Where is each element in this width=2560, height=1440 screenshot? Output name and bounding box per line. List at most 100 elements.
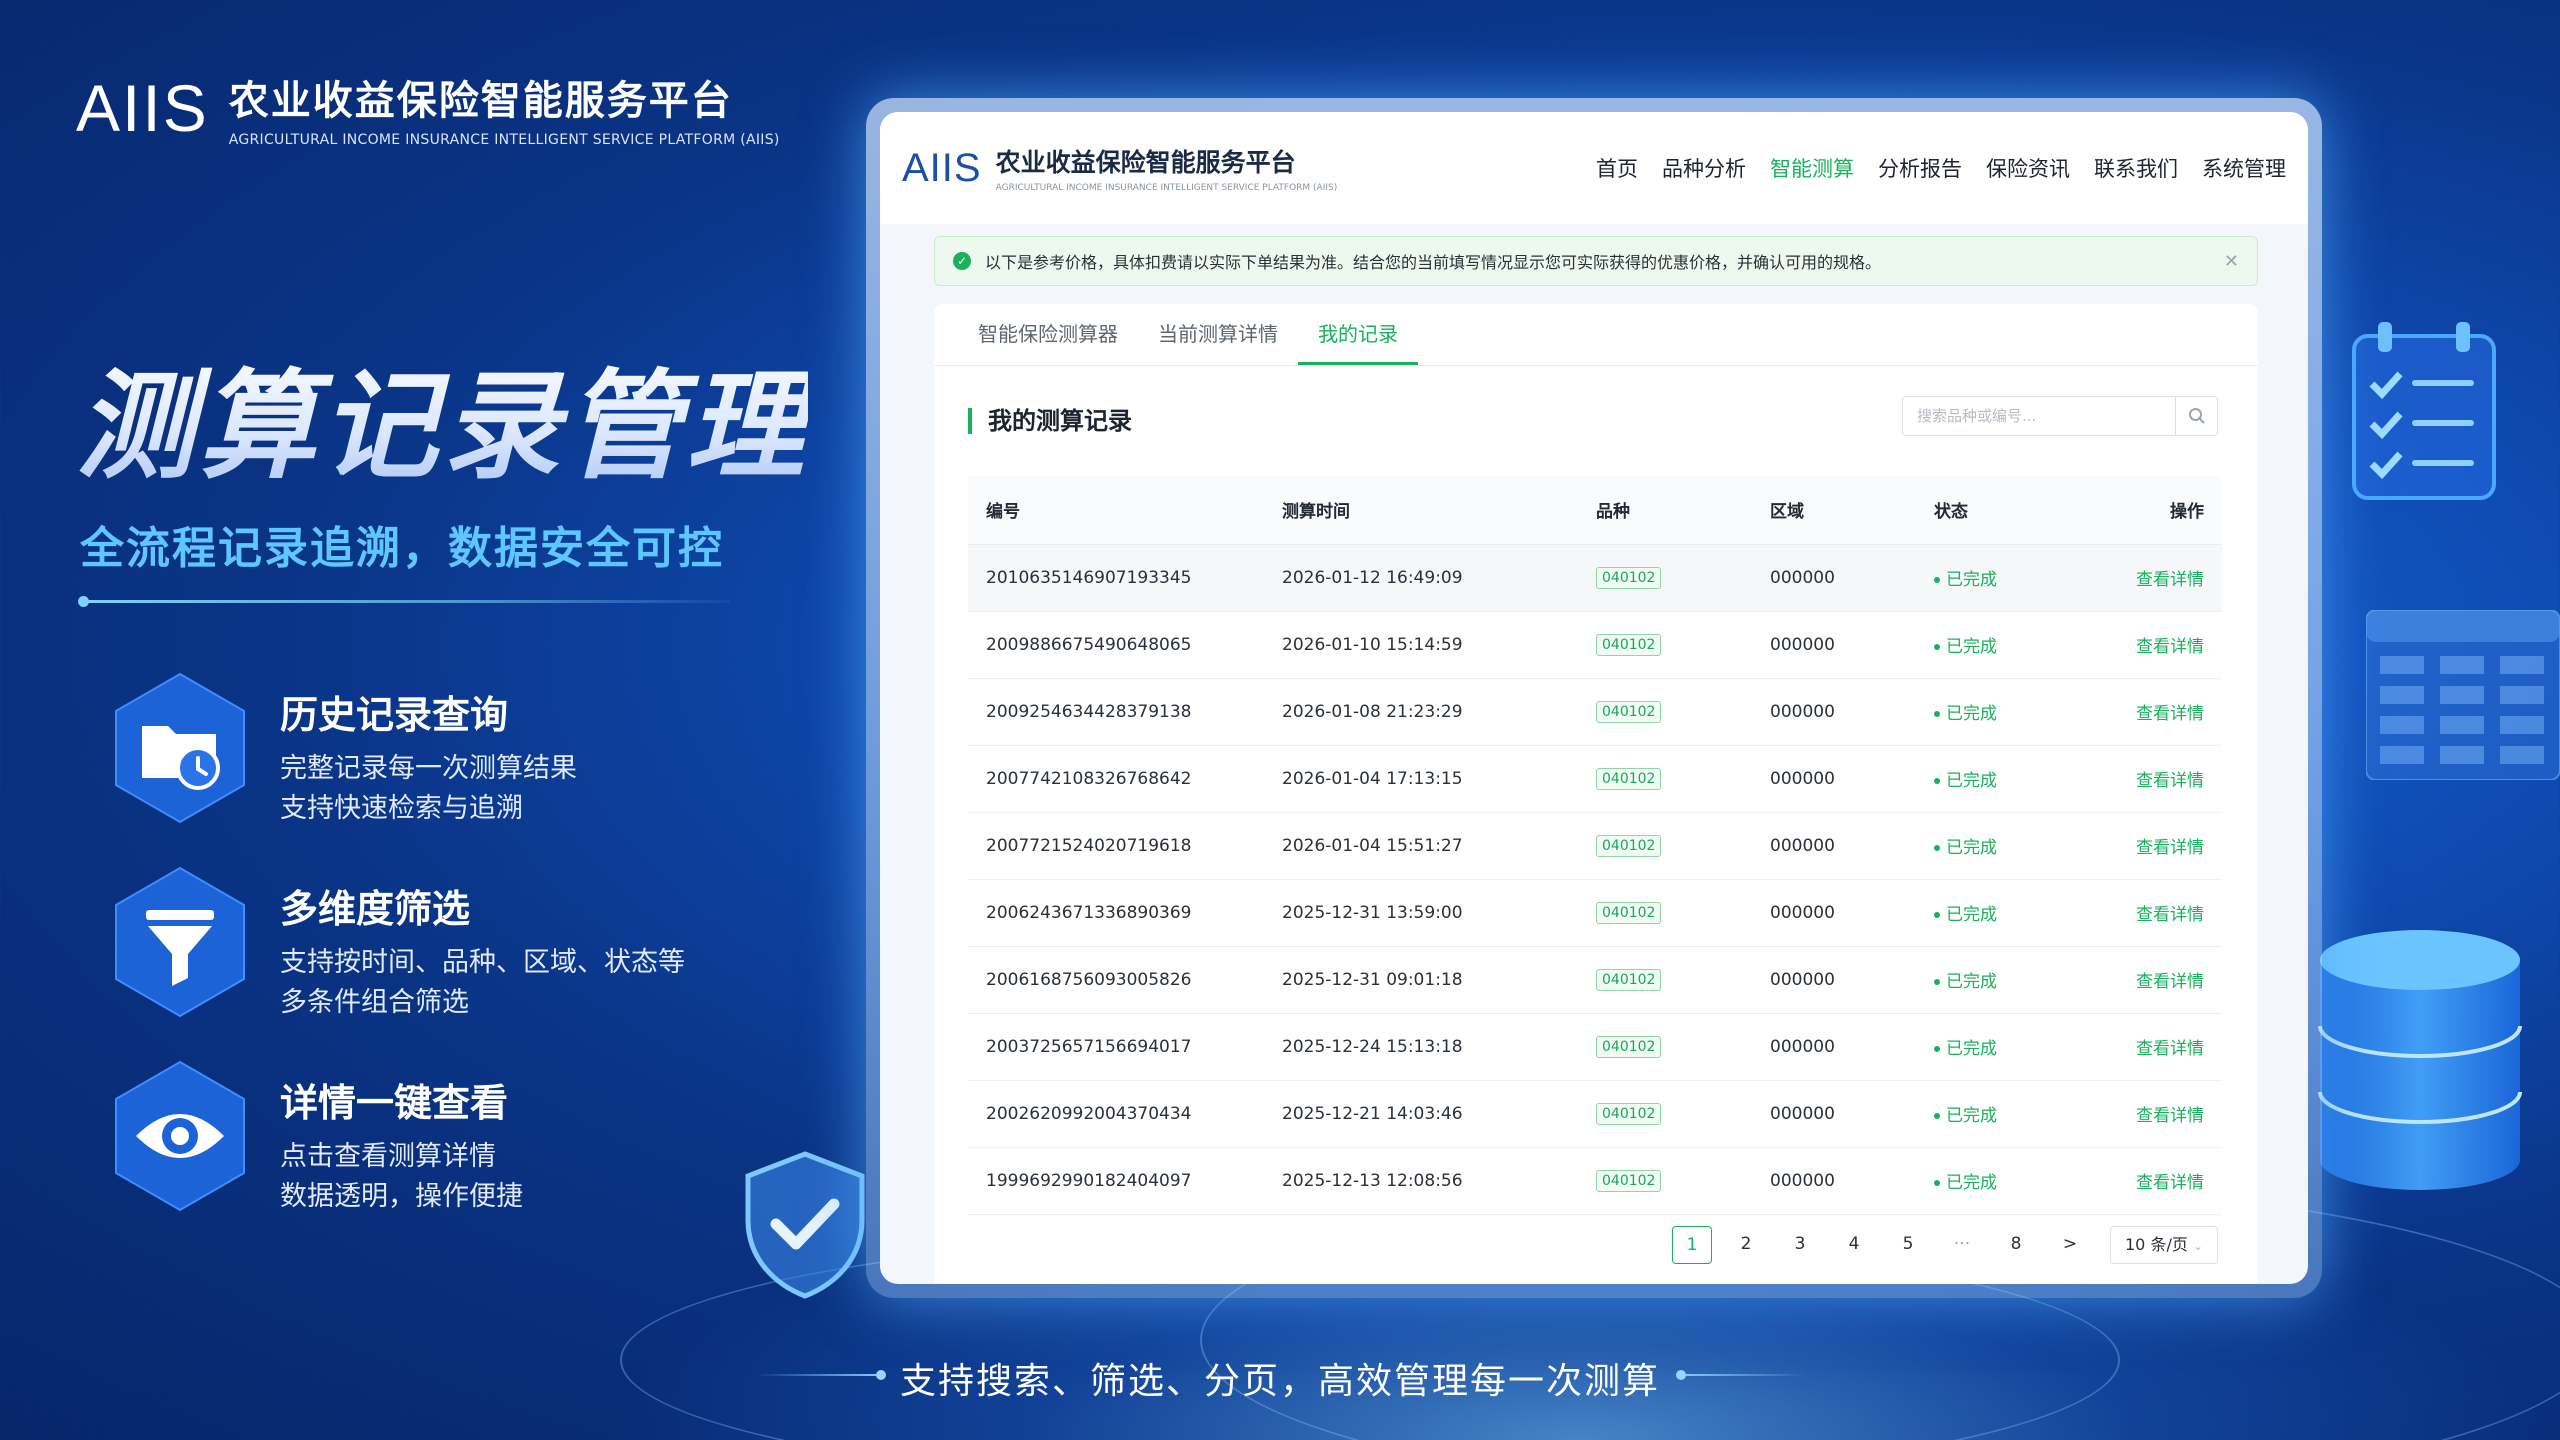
app-logo[interactable]: AIIS bbox=[902, 146, 982, 191]
variety-tag: 040102 bbox=[1596, 633, 1662, 656]
cell-action: 查看详情 bbox=[2080, 678, 2222, 746]
cell-variety: 040102 bbox=[1596, 678, 1770, 746]
page-button-4[interactable]: 4 bbox=[1834, 1226, 1874, 1264]
nav-item-variety-analysis[interactable]: 品种分析 bbox=[1662, 153, 1746, 183]
table-row[interactable]: 2003725657156694017 2025-12-24 15:13:18 … bbox=[968, 1013, 2222, 1081]
cell-region: 000000 bbox=[1770, 611, 1934, 679]
cell-id: 2010635146907193345 bbox=[968, 544, 1282, 612]
app-brand-text: 农业收益保险智能服务平台 AGRICULTURAL INCOME INSURAN… bbox=[996, 143, 1338, 193]
app-window: AIIS 农业收益保险智能服务平台 AGRICULTURAL INCOME IN… bbox=[866, 98, 2322, 1298]
tab-calculator[interactable]: 智能保险测算器 bbox=[958, 304, 1138, 365]
shield-check-icon bbox=[740, 1150, 870, 1304]
view-detail-link[interactable]: 查看详情 bbox=[2136, 570, 2204, 590]
spreadsheet-icon bbox=[2365, 609, 2560, 784]
cell-status: 已完成 bbox=[1934, 1013, 2080, 1081]
hero-divider-dot bbox=[78, 596, 89, 607]
cell-time: 2026-01-12 16:49:09 bbox=[1282, 544, 1596, 612]
page-button-3[interactable]: 3 bbox=[1780, 1226, 1820, 1264]
cell-id: 2006243671336890369 bbox=[968, 879, 1282, 947]
table-row[interactable]: 2009886675490648065 2026-01-10 15:14:59 … bbox=[968, 611, 2222, 679]
tab-my-records[interactable]: 我的记录 bbox=[1298, 304, 1418, 365]
chevron-down-icon: ⌄ bbox=[2192, 1239, 2203, 1253]
page-button-1[interactable]: 1 bbox=[1672, 1226, 1712, 1264]
brand-header: AIIS 农业收益保险智能服务平台 AGRICULTURAL INCOME IN… bbox=[76, 68, 780, 148]
cell-id: 2007721524020719618 bbox=[968, 812, 1282, 880]
col-header-action: 操作 bbox=[2080, 476, 2222, 545]
brand-title: 农业收益保险智能服务平台 bbox=[228, 78, 733, 124]
table-row[interactable]: 2002620992004370434 2025-12-21 14:03:46 … bbox=[968, 1080, 2222, 1148]
feature-desc-line: 支持按时间、品种、区域、状态等 bbox=[280, 947, 685, 978]
cell-variety: 040102 bbox=[1596, 745, 1770, 813]
cell-time: 2025-12-21 14:03:46 bbox=[1282, 1080, 1596, 1148]
page-button-2[interactable]: 2 bbox=[1726, 1226, 1766, 1264]
cell-time: 2025-12-31 09:01:18 bbox=[1282, 946, 1596, 1014]
cell-id: 2003725657156694017 bbox=[968, 1013, 1282, 1081]
table-row[interactable]: 2006168756093005826 2025-12-31 09:01:18 … bbox=[968, 946, 2222, 1014]
variety-tag: 040102 bbox=[1596, 901, 1662, 924]
table-header-row: 编号 测算时间 品种 区域 状态 操作 bbox=[968, 476, 2222, 545]
cell-action: 查看详情 bbox=[2080, 611, 2222, 679]
tab-current-detail[interactable]: 当前测算详情 bbox=[1138, 304, 1298, 365]
feature-detail: 详情一键查看 点击查看测算详情 数据透明，操作便捷 bbox=[100, 1056, 523, 1217]
status-dot bbox=[1934, 577, 1940, 583]
view-detail-link[interactable]: 查看详情 bbox=[2136, 972, 2204, 992]
nav-item-system-admin[interactable]: 系统管理 bbox=[2202, 153, 2286, 183]
section-header: 我的测算记录 bbox=[934, 396, 2258, 466]
page-button-8[interactable]: 8 bbox=[1996, 1226, 2036, 1264]
cell-action: 查看详情 bbox=[2080, 745, 2222, 813]
col-header-time: 测算时间 bbox=[1282, 476, 1596, 545]
table-row[interactable]: 2009254634428379138 2026-01-08 21:23:29 … bbox=[968, 678, 2222, 746]
table-row[interactable]: 2007742108326768642 2026-01-04 17:13:15 … bbox=[968, 745, 2222, 813]
view-detail-link[interactable]: 查看详情 bbox=[2136, 838, 2204, 858]
cell-variety: 040102 bbox=[1596, 812, 1770, 880]
view-detail-link[interactable]: 查看详情 bbox=[2136, 1106, 2204, 1126]
nav-item-insurance-news[interactable]: 保险资讯 bbox=[1986, 153, 2070, 183]
brand-logo: AIIS bbox=[76, 71, 209, 145]
status-text: 已完成 bbox=[1946, 771, 1997, 791]
pagination: 1 2 3 4 5 ··· 8 > 10 条/页 ⌄ bbox=[1658, 1226, 2218, 1264]
nav-item-analysis-report[interactable]: 分析报告 bbox=[1878, 153, 1962, 183]
page-size-select[interactable]: 10 条/页 ⌄ bbox=[2110, 1226, 2218, 1264]
caption-dot-right bbox=[1676, 1370, 1686, 1380]
nav-item-contact-us[interactable]: 联系我们 bbox=[2094, 153, 2178, 183]
next-page-button[interactable]: > bbox=[2050, 1226, 2090, 1264]
close-icon[interactable]: ✕ bbox=[2224, 251, 2239, 272]
variety-tag: 040102 bbox=[1596, 1035, 1662, 1058]
table-row[interactable]: 2006243671336890369 2025-12-31 13:59:00 … bbox=[968, 879, 2222, 947]
status-text: 已完成 bbox=[1946, 637, 1997, 657]
view-detail-link[interactable]: 查看详情 bbox=[2136, 771, 2204, 791]
cell-status: 已完成 bbox=[1934, 812, 2080, 880]
nav-item-smart-calc[interactable]: 智能测算 bbox=[1770, 153, 1854, 183]
table-row[interactable]: 2007721524020719618 2026-01-04 15:51:27 … bbox=[968, 812, 2222, 880]
cell-status: 已完成 bbox=[1934, 946, 2080, 1014]
page-button-5[interactable]: 5 bbox=[1888, 1226, 1928, 1264]
status-dot bbox=[1934, 1046, 1940, 1052]
bottom-caption: 支持搜索、筛选、分页，高效管理每一次测算 bbox=[899, 1361, 1660, 1402]
cell-status: 已完成 bbox=[1934, 745, 2080, 813]
view-detail-link[interactable]: 查看详情 bbox=[2136, 1039, 2204, 1059]
check-circle-icon: ✓ bbox=[953, 252, 971, 270]
table-row[interactable]: 2010635146907193345 2026-01-12 16:49:09 … bbox=[968, 544, 2222, 612]
cell-variety: 040102 bbox=[1596, 1147, 1770, 1215]
search-box bbox=[1902, 396, 2218, 436]
table-row[interactable]: 1999692990182404097 2025-12-13 12:08:56 … bbox=[968, 1147, 2222, 1215]
app-window-content: AIIS 农业收益保险智能服务平台 AGRICULTURAL INCOME IN… bbox=[880, 112, 2308, 1284]
page-ellipsis[interactable]: ··· bbox=[1942, 1226, 1982, 1264]
feature-desc: 支持按时间、品种、区域、状态等 多条件组合筛选 bbox=[280, 943, 685, 1023]
view-detail-link[interactable]: 查看详情 bbox=[2136, 637, 2204, 657]
view-detail-link[interactable]: 查看详情 bbox=[2136, 1173, 2204, 1193]
cell-status: 已完成 bbox=[1934, 678, 2080, 746]
cell-id: 2009254634428379138 bbox=[968, 678, 1282, 746]
cell-time: 2026-01-04 15:51:27 bbox=[1282, 812, 1596, 880]
cell-region: 000000 bbox=[1770, 812, 1934, 880]
cell-action: 查看详情 bbox=[2080, 946, 2222, 1014]
cell-region: 000000 bbox=[1770, 544, 1934, 612]
cell-region: 000000 bbox=[1770, 1013, 1934, 1081]
search-icon[interactable] bbox=[2175, 397, 2217, 435]
search-input[interactable] bbox=[1903, 397, 2175, 435]
status-text: 已完成 bbox=[1946, 1039, 1997, 1059]
view-detail-link[interactable]: 查看详情 bbox=[2136, 704, 2204, 724]
nav-item-home[interactable]: 首页 bbox=[1596, 153, 1638, 183]
view-detail-link[interactable]: 查看详情 bbox=[2136, 905, 2204, 925]
cell-id: 2009886675490648065 bbox=[968, 611, 1282, 679]
